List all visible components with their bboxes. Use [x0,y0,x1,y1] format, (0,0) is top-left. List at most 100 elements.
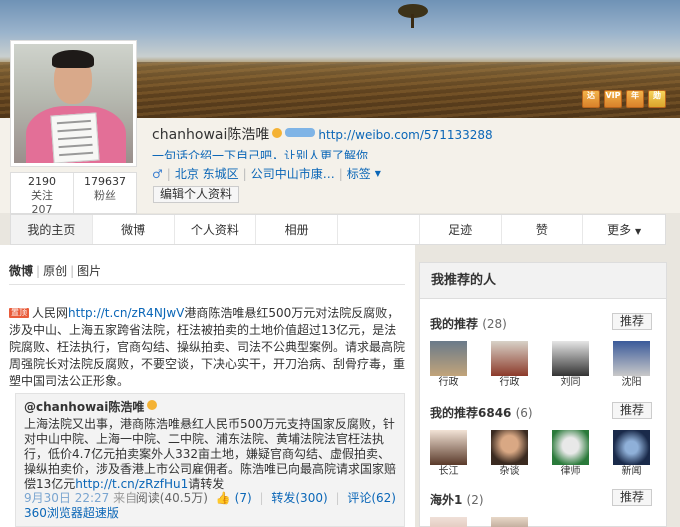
user-name: chanhowai陈浩唯 [152,127,270,143]
followers-count: 179637 [84,175,126,188]
tab-profile[interactable]: 个人资料 [175,215,257,244]
nav-tabs: 我的主页 微博 个人资料 相册 足迹 赞 更多 ▼ [10,214,666,245]
repost-time[interactable]: 9月30日 22:27 [24,491,109,505]
recommend-button[interactable]: 推荐 [612,313,652,330]
person-name: 刘同 [560,377,581,386]
person-name: 行政 [499,377,520,386]
stat-followers[interactable]: 179637 粉丝 [74,173,136,213]
group-title[interactable]: 海外1 [430,493,462,507]
recommend-group-3: 海外1 (2) 推荐 [430,489,658,527]
cover-tree-trunk [411,14,414,28]
group-title[interactable]: 我的推荐6846 [430,406,511,420]
tab-like[interactable]: 赞 [502,215,584,244]
tab-blank[interactable] [338,215,420,244]
person-photo [491,341,528,376]
posts-count: 207 [31,203,53,216]
recommend-group-1: 我的推荐 (28) 推荐 行政 行政 刘同 沈阳 [430,313,658,386]
pinned-tag: 置顶 [9,308,29,318]
filter-original[interactable]: 原创 [43,264,67,278]
recommend-button[interactable]: 推荐 [612,489,652,506]
person-thumb[interactable]: 沈阳 [613,341,650,386]
following-count: 2190 [28,175,56,188]
thumb-row [430,517,658,527]
group-title[interactable]: 我的推荐 [430,317,478,331]
feed-filters: 微博 | 原创 | 图片 [9,264,102,278]
repost-text-end: 请转发 [188,477,225,491]
person-photo [491,430,528,465]
like-button[interactable]: 👍 (7) [216,491,252,505]
edit-profile-button[interactable]: 编辑个人资料 [153,186,240,203]
repost-actions: 阅读(40.5万) 👍 (7) | 转发(300) | 评论(62) [135,491,396,505]
followers-label: 粉丝 [94,189,116,202]
avatar-hair [52,50,94,68]
person-thumb[interactable]: 刘同 [552,341,589,386]
vip-badge-icon[interactable]: VIP [604,90,622,108]
repost-author[interactable]: @chanhowai陈浩唯 [24,400,396,415]
filter-weibo[interactable]: 微博 [9,264,33,278]
person-thumb[interactable] [491,517,528,527]
person-thumb[interactable] [430,517,467,527]
location-link[interactable]: 北京 东城区 [175,165,239,182]
profile-url-link[interactable]: http://weibo.com/571133288 [318,128,492,142]
user-name-row: chanhowai陈浩唯 http://weibo.com/571133288 [152,124,493,144]
avatar-photo [14,44,133,163]
person-name: 行政 [438,377,459,386]
person-photo [552,430,589,465]
vip-tag-icon[interactable] [285,128,316,137]
person-photo [430,341,467,376]
person-thumb[interactable]: 律师 [552,430,589,475]
group-count: (28) [482,317,507,331]
medal-badge-icon[interactable]: 勋 [648,90,666,108]
person-name: 沈阳 [621,377,642,386]
male-icon: ♂ [152,166,163,181]
badge-row: 达 VIP 年 勋 [582,90,666,108]
person-photo [430,517,467,527]
badge-icon-1[interactable]: 达 [582,90,600,108]
post-link[interactable]: http://t.cn/zR4NJwV [68,306,184,320]
person-thumb[interactable]: 新闻 [613,430,650,475]
person-thumb[interactable]: 行政 [491,341,528,386]
stat-following[interactable]: 2190 关注 207 [11,173,74,216]
repost-box: @chanhowai陈浩唯 上海法院又出事，港商陈浩唯悬红人民币500万元支持国… [15,393,405,527]
following-label: 关注 [31,189,53,202]
person-photo [491,517,528,527]
person-name: 杂谈 [499,466,520,475]
year-badge-icon[interactable]: 年 [626,90,644,108]
sidebar-title: 我推荐的人 [420,263,666,299]
filter-images[interactable]: 图片 [77,264,101,278]
avatar[interactable] [10,40,137,167]
intro-text[interactable]: 一句话介绍一下自己吧，让别人更了解你 [152,147,368,159]
thumb-row: 行政 行政 刘同 沈阳 [430,341,658,386]
person-thumb[interactable]: 杂谈 [491,430,528,475]
forward-button[interactable]: 转发(300) [271,491,327,505]
person-thumb[interactable]: 长江 [430,430,467,475]
source-link[interactable]: 360浏览器超速版 [24,506,396,521]
avatar-paper [50,112,100,163]
feed-panel: 微博 | 原创 | 图片 置顶 人民网http://t.cn/zR4NJwV港商陈浩唯悬红… [0,245,415,527]
repost-link[interactable]: http://t.cn/zRzfHu1 [75,477,188,491]
tab-weibo[interactable]: 微博 [93,215,175,244]
chevron-down-icon[interactable]: ▼ [375,169,381,178]
read-count: 阅读(40.5万) [135,491,208,505]
tab-footprint[interactable]: 足迹 [420,215,502,244]
post-source: 人民网 [32,306,69,320]
tab-home[interactable]: 我的主页 [11,215,93,244]
chevron-down-icon: ▼ [634,227,642,236]
person-photo [613,430,650,465]
post-body: 置顶 人民网http://t.cn/zR4NJwV港商陈浩唯悬红500万元对法院反… [9,305,405,390]
tab-album[interactable]: 相册 [256,215,338,244]
person-thumb[interactable]: 行政 [430,341,467,386]
person-name: 长江 [438,466,459,475]
person-photo [552,341,589,376]
company-link[interactable]: 公司中山市康… [251,165,335,182]
recommend-group-2: 我的推荐6846 (6) 推荐 长江 杂谈 律师 新闻 [430,402,658,475]
recommend-button[interactable]: 推荐 [612,402,652,419]
comment-button[interactable]: 评论(62) [347,491,396,505]
tags-link[interactable]: 标签 [347,165,371,182]
recommend-sidebar: 我推荐的人 我的推荐 (28) 推荐 行政 行政 刘同 沈阳 我的推荐6846 … [419,262,667,527]
tab-more[interactable]: 更多 ▼ [583,215,665,244]
repost-footer: 9月30日 22:27 来自 阅读(40.5万) 👍 (7) | 转发(300) … [24,491,396,521]
divider [9,284,405,285]
profile-meta: ♂ | 北京 东城区 | 公司中山市康… | 标签 ▼ [152,165,381,182]
person-photo [430,430,467,465]
